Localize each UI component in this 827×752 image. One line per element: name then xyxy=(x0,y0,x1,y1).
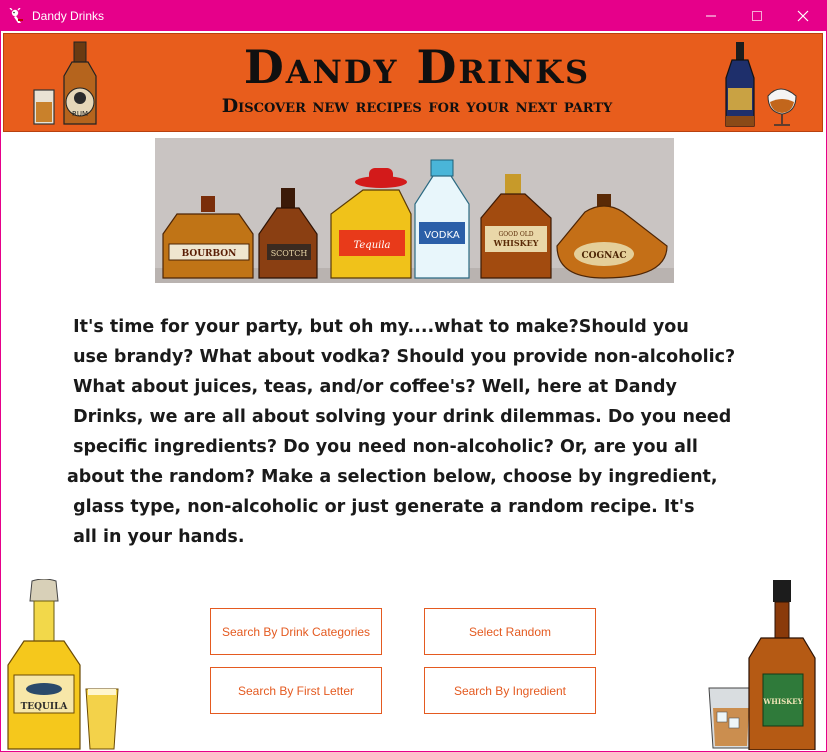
intro-line: glass type, non-alcoholic or just genera… xyxy=(67,497,695,517)
window-title: Dandy Drinks xyxy=(32,9,105,23)
select-random-button[interactable]: Select Random xyxy=(424,608,596,655)
liquor-bottles-image: BOURBON SCOTCH Tequila VODKA GOOD OLD WH… xyxy=(155,138,674,283)
svg-text:COGNAC: COGNAC xyxy=(581,251,626,261)
brandy-bottle-snifter-illustration xyxy=(716,40,812,131)
svg-text:SCOTCH: SCOTCH xyxy=(271,249,308,258)
tequila-bottle-illustration: TEQUILA xyxy=(4,578,126,751)
intro-line: specific ingredients? Do you need non-al… xyxy=(67,437,698,457)
intro-line: What about juices, teas, and/or coffee's… xyxy=(67,377,677,397)
svg-text:BOURBON: BOURBON xyxy=(182,249,237,259)
intro-line: all in your hands. xyxy=(67,527,245,547)
svg-text:RUM: RUM xyxy=(72,110,88,118)
maximize-button[interactable] xyxy=(734,1,780,31)
title-bar[interactable]: Dandy Drinks xyxy=(1,1,826,31)
intro-line: use brandy? What about vodka? Should you… xyxy=(67,347,736,367)
search-by-ingredient-button[interactable]: Search By Ingredient xyxy=(424,667,596,714)
minimize-icon xyxy=(706,15,716,17)
close-button[interactable] xyxy=(780,1,826,31)
maximize-icon xyxy=(752,11,762,21)
search-by-first-letter-button[interactable]: Search By First Letter xyxy=(210,667,382,714)
banner-subtitle: Discover new recipes for your next party xyxy=(221,95,613,117)
close-icon xyxy=(797,10,809,22)
svg-text:Tequila: Tequila xyxy=(353,240,390,251)
search-by-drink-categories-button[interactable]: Search By Drink Categories xyxy=(210,608,382,655)
svg-text:WHISKEY: WHISKEY xyxy=(762,697,803,706)
svg-text:GOOD OLD: GOOD OLD xyxy=(498,231,533,238)
app-logo-icon xyxy=(9,7,25,24)
svg-text:WHISKEY: WHISKEY xyxy=(493,238,539,248)
rum-bottle-glass-illustration: RUM xyxy=(30,40,120,131)
intro-paragraph: It's time for your party, but oh my....w… xyxy=(67,312,767,552)
app-window: Dandy Drinks RUM Dandy Drinks Discover n… xyxy=(0,0,827,752)
minimize-button[interactable] xyxy=(688,1,734,31)
header-banner: RUM Dandy Drinks Discover new recipes fo… xyxy=(3,33,823,132)
banner-title: Dandy Drinks xyxy=(243,40,591,94)
whiskey-bottle-illustration: WHISKEY xyxy=(707,578,819,751)
svg-text:VODKA: VODKA xyxy=(424,230,460,241)
svg-text:TEQUILA: TEQUILA xyxy=(21,702,69,712)
intro-line: Drinks, we are all about solving your dr… xyxy=(67,407,732,427)
intro-line: about the random? Make a selection below… xyxy=(67,467,718,487)
intro-line: It's time for your party, but oh my....w… xyxy=(67,317,689,337)
